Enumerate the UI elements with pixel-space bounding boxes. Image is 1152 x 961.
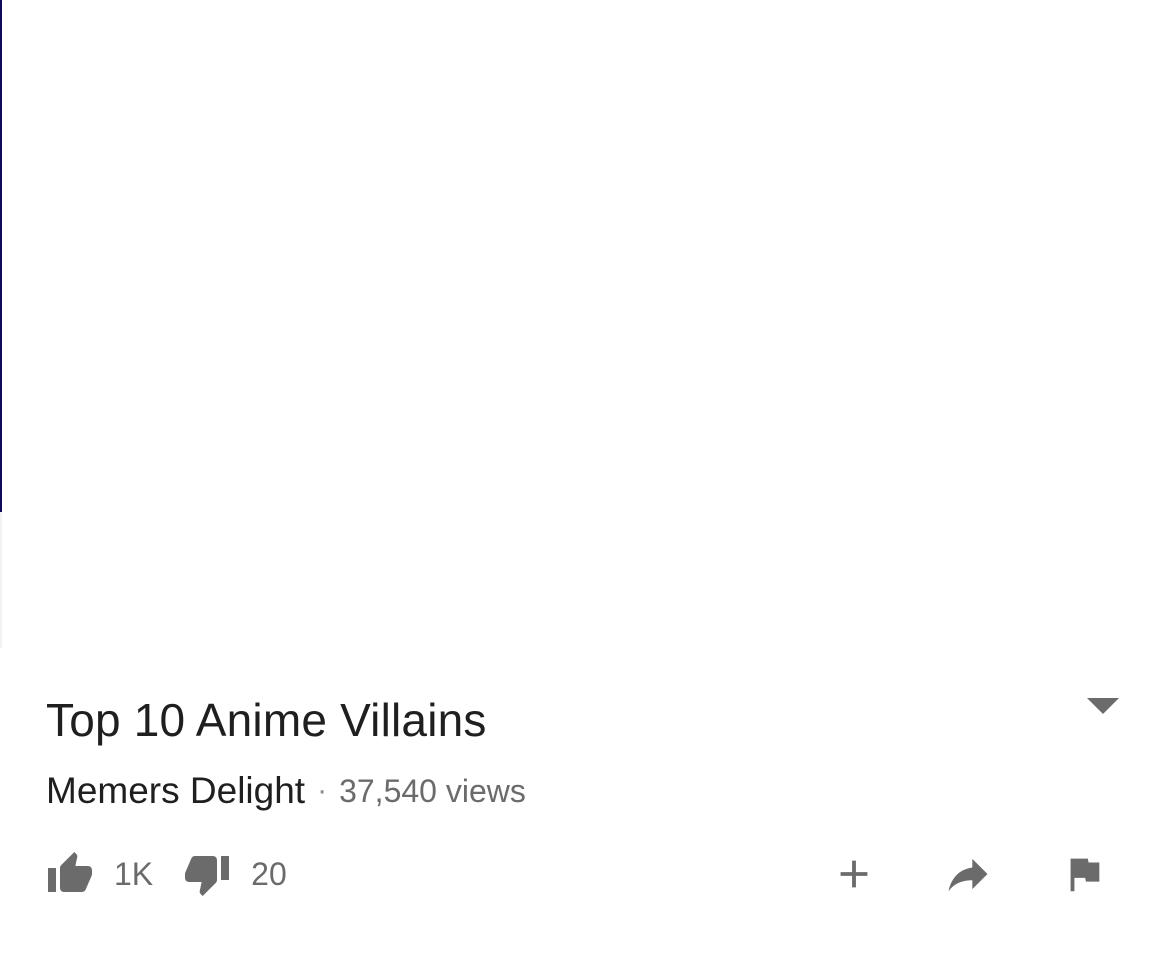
share-button[interactable] [942, 848, 994, 900]
thumbs-up-icon [48, 852, 92, 892]
report-button[interactable] [1058, 848, 1110, 900]
video-player[interactable] [0, 0, 1152, 650]
view-count: 37,540 views [339, 772, 526, 809]
dislike-button[interactable]: 20 [183, 850, 287, 898]
flag-icon [1070, 858, 1100, 892]
expand-description-button[interactable] [1080, 690, 1126, 722]
video-meta-row: Memers Delight · 37,540 views [46, 768, 526, 814]
video-player-edge [0, 0, 2, 512]
add-to-playlist-button[interactable] [828, 848, 880, 900]
video-watch-page: Top 10 Anime Villains Memers Delight · 3… [0, 0, 1152, 961]
caret-down-icon [1087, 698, 1119, 714]
share-arrow-icon [948, 858, 988, 892]
like-count: 1K [114, 855, 154, 892]
video-player-edge-lower [0, 512, 2, 648]
thumbs-down-icon [185, 856, 230, 896]
channel-name[interactable]: Memers Delight [46, 770, 305, 812]
dislike-count: 20 [251, 855, 287, 892]
plus-icon [840, 860, 868, 888]
like-button[interactable]: 1K [46, 850, 153, 898]
meta-separator: · [317, 774, 328, 807]
rating-actions: 1K 20 [46, 848, 287, 900]
video-title: Top 10 Anime Villains [46, 694, 487, 746]
